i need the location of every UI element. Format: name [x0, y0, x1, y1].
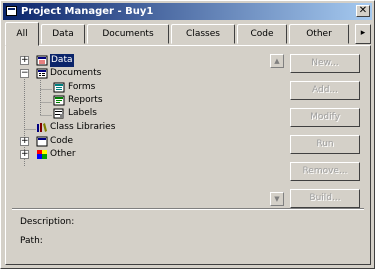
project-tree[interactable]: + Data − Documents Forms Reports Labels …	[20, 54, 276, 206]
path-label: Path:	[20, 236, 43, 246]
close-icon: ✕	[358, 5, 368, 16]
code-icon	[36, 136, 48, 147]
forms-icon	[53, 82, 65, 93]
description-label: Description:	[20, 217, 75, 227]
remove-button[interactable]: Remove...	[290, 162, 360, 181]
build-button[interactable]: Build...	[290, 189, 360, 208]
tab-all[interactable]: All	[5, 22, 39, 46]
class-libraries-icon	[36, 122, 48, 133]
tab-data[interactable]: Data	[41, 24, 85, 44]
arrow-up-icon: ▲	[274, 57, 280, 65]
project-manager-icon	[6, 6, 17, 16]
new-button[interactable]: New...	[290, 54, 360, 73]
scroll-up-button[interactable]: ▲	[270, 54, 284, 68]
tab-documents[interactable]: Documents	[87, 24, 169, 44]
reports-icon	[53, 95, 65, 106]
tree-scrollbar[interactable]: ▲ ▼	[270, 54, 286, 206]
window-title: Project Manager - Buy1	[21, 6, 154, 17]
run-button[interactable]: Run	[290, 135, 360, 154]
add-button[interactable]: Add...	[290, 81, 360, 100]
arrow-down-icon: ▼	[274, 195, 280, 203]
chevron-right-icon: ▸	[360, 28, 366, 38]
other-icon	[36, 149, 48, 160]
scroll-down-button[interactable]: ▼	[270, 192, 284, 206]
tree-label: Data	[50, 54, 74, 67]
tab-scroll-button[interactable]: ▸	[355, 24, 371, 44]
expand-icon[interactable]: +	[20, 150, 29, 159]
data-icon	[36, 55, 48, 66]
project-manager-window: Project Manager - Buy1 ✕ All Data Docume…	[0, 0, 375, 269]
tree-label: Code	[50, 136, 74, 146]
modify-button[interactable]: Modify	[290, 108, 360, 127]
labels-icon	[53, 108, 65, 119]
tab-panel: + Data − Documents Forms Reports Labels …	[5, 45, 371, 265]
title-bar[interactable]: Project Manager - Buy1 ✕	[3, 3, 372, 20]
tree-label: Documents	[50, 68, 102, 78]
close-button[interactable]: ✕	[356, 5, 370, 17]
tree-label: Class Libraries	[50, 122, 116, 132]
tab-strip: All Data Documents Classes Code Other ▸	[5, 22, 371, 46]
tab-classes[interactable]: Classes	[171, 24, 235, 44]
tree-label: Reports	[68, 95, 103, 105]
collapse-icon[interactable]: −	[20, 69, 29, 78]
tree-label: Other	[50, 149, 76, 159]
tab-code[interactable]: Code	[237, 24, 287, 44]
expand-icon[interactable]: +	[20, 137, 29, 146]
divider	[12, 208, 364, 210]
tree-label: Forms	[68, 82, 96, 92]
documents-icon	[36, 68, 48, 79]
expand-icon[interactable]: +	[20, 56, 29, 65]
tab-other[interactable]: Other	[289, 24, 349, 44]
tree-label: Labels	[68, 108, 97, 118]
